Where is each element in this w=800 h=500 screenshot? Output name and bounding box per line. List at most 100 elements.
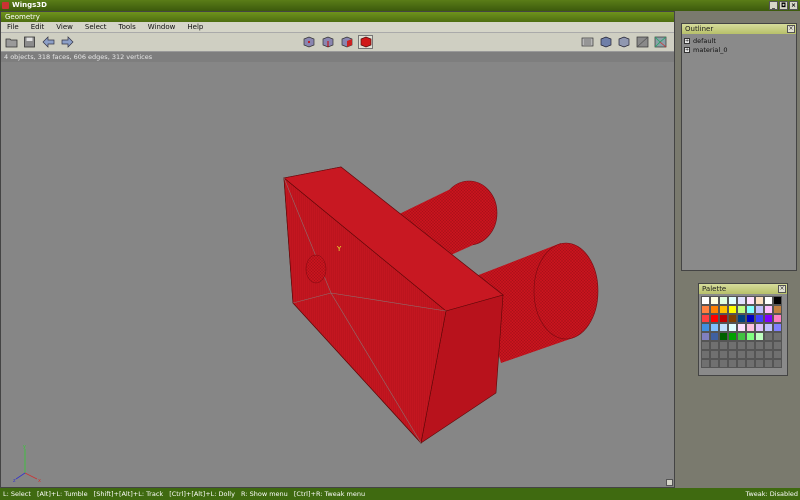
face-mode-icon[interactable] [339, 35, 354, 49]
outliner-item-default[interactable]: + default [684, 36, 794, 45]
palette-swatch[interactable] [755, 332, 764, 341]
menu-file[interactable]: File [1, 22, 25, 33]
palette-swatch[interactable] [710, 296, 719, 305]
palette-swatch[interactable] [746, 323, 755, 332]
texture-icon[interactable] [635, 35, 650, 49]
palette-swatch[interactable] [701, 323, 710, 332]
palette-swatch[interactable] [737, 350, 746, 359]
palette-swatch[interactable] [737, 296, 746, 305]
palette-swatch[interactable] [773, 323, 782, 332]
palette-swatch[interactable] [764, 305, 773, 314]
smooth-preview-icon[interactable] [598, 35, 613, 49]
folder-open-icon[interactable] [4, 35, 19, 49]
palette-swatch[interactable] [737, 341, 746, 350]
palette-swatch[interactable] [728, 314, 737, 323]
close-button[interactable]: × [789, 1, 798, 10]
palette-swatch[interactable] [755, 341, 764, 350]
palette-swatch[interactable] [755, 350, 764, 359]
geometry-title[interactable]: Geometry [1, 12, 674, 22]
palette-swatch[interactable] [719, 305, 728, 314]
palette-swatch[interactable] [737, 359, 746, 368]
palette-swatch[interactable] [746, 332, 755, 341]
expand-icon[interactable]: + [684, 46, 690, 53]
palette-swatch[interactable] [764, 341, 773, 350]
palette-swatch[interactable] [773, 305, 782, 314]
palette-swatch[interactable] [773, 350, 782, 359]
palette-swatch[interactable] [746, 359, 755, 368]
palette-swatch[interactable] [737, 323, 746, 332]
palette-swatch[interactable] [746, 305, 755, 314]
palette-swatch[interactable] [773, 341, 782, 350]
palette-swatch[interactable] [719, 314, 728, 323]
palette-swatch[interactable] [764, 359, 773, 368]
palette-swatch[interactable] [728, 341, 737, 350]
palette-swatch[interactable] [701, 359, 710, 368]
redo-arrow-icon[interactable] [60, 35, 75, 49]
palette-swatch[interactable] [755, 314, 764, 323]
wireframe-toggle-icon[interactable] [580, 35, 595, 49]
menu-select[interactable]: Select [79, 22, 113, 33]
palette-swatch[interactable] [710, 323, 719, 332]
palette-swatch[interactable] [773, 359, 782, 368]
outliner-item-material[interactable]: + material_0 [684, 45, 794, 54]
palette-swatch[interactable] [755, 305, 764, 314]
resize-grip-icon[interactable] [666, 479, 673, 486]
palette-swatch[interactable] [710, 350, 719, 359]
menu-tools[interactable]: Tools [113, 22, 142, 33]
menu-edit[interactable]: Edit [25, 22, 51, 33]
palette-swatch[interactable] [773, 296, 782, 305]
palette-swatch[interactable] [701, 296, 710, 305]
save-icon[interactable] [22, 35, 37, 49]
palette-swatch[interactable] [764, 314, 773, 323]
palette-swatch[interactable] [764, 296, 773, 305]
palette-swatch[interactable] [755, 359, 764, 368]
palette-swatch[interactable] [719, 359, 728, 368]
palette-swatch[interactable] [710, 314, 719, 323]
palette-swatch[interactable] [737, 305, 746, 314]
palette-swatch[interactable] [719, 341, 728, 350]
3d-viewport[interactable]: Y y x z [1, 63, 674, 487]
palette-swatch[interactable] [701, 341, 710, 350]
palette-swatch[interactable] [746, 296, 755, 305]
palette-swatch[interactable] [710, 341, 719, 350]
palette-swatch[interactable] [710, 305, 719, 314]
palette-swatch[interactable] [764, 323, 773, 332]
expand-icon[interactable]: + [684, 37, 690, 44]
close-icon[interactable]: × [778, 285, 786, 293]
palette-swatch[interactable] [764, 350, 773, 359]
palette-swatch[interactable] [773, 332, 782, 341]
outliner-title-bar[interactable]: Outliner × [682, 24, 796, 34]
flat-shaded-icon[interactable] [616, 35, 631, 49]
scene-model[interactable]: Y [1, 63, 674, 487]
palette-swatch[interactable] [701, 305, 710, 314]
undo-arrow-icon[interactable] [41, 35, 56, 49]
palette-swatch[interactable] [728, 305, 737, 314]
palette-swatch[interactable] [764, 332, 773, 341]
palette-swatch[interactable] [719, 323, 728, 332]
palette-swatch[interactable] [773, 314, 782, 323]
restore-button[interactable]: ◘ [779, 1, 788, 10]
menu-view[interactable]: View [50, 22, 79, 33]
vertex-mode-icon[interactable] [301, 35, 316, 49]
palette-swatch[interactable] [701, 314, 710, 323]
palette-swatch[interactable] [728, 323, 737, 332]
palette-swatch[interactable] [710, 359, 719, 368]
palette-swatch[interactable] [728, 332, 737, 341]
palette-swatch[interactable] [728, 350, 737, 359]
palette-swatch[interactable] [719, 332, 728, 341]
minimize-button[interactable]: _ [769, 1, 778, 10]
menu-help[interactable]: Help [181, 22, 209, 33]
palette-swatch[interactable] [737, 314, 746, 323]
body-mode-icon[interactable] [358, 35, 373, 49]
palette-swatch[interactable] [746, 341, 755, 350]
palette-swatch[interactable] [719, 296, 728, 305]
palette-swatch[interactable] [737, 332, 746, 341]
palette-swatch[interactable] [728, 359, 737, 368]
palette-swatch[interactable] [710, 332, 719, 341]
palette-swatch[interactable] [755, 296, 764, 305]
close-icon[interactable]: × [787, 25, 795, 33]
palette-swatch[interactable] [701, 332, 710, 341]
palette-swatch[interactable] [701, 350, 710, 359]
menu-window[interactable]: Window [142, 22, 182, 33]
palette-swatch[interactable] [746, 314, 755, 323]
